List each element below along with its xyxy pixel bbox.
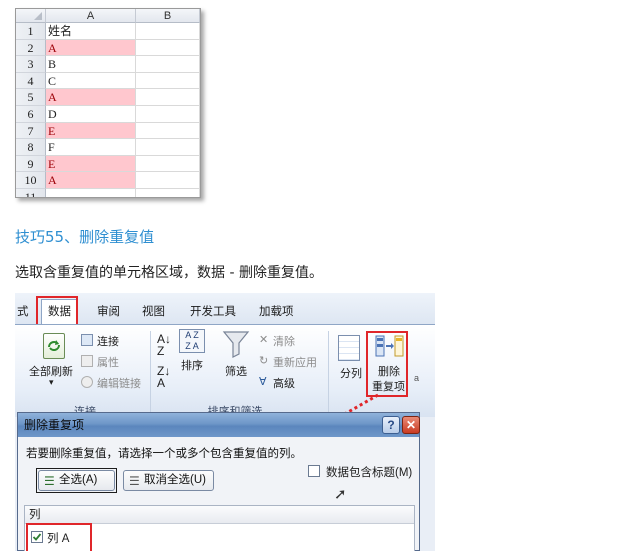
row-number[interactable]: 1: [16, 23, 46, 40]
column-a-highlight: [26, 523, 92, 551]
group-divider: [150, 331, 151, 413]
cell[interactable]: [46, 189, 136, 197]
duplicate-cell[interactable]: E: [46, 155, 136, 173]
row-number[interactable]: 3: [16, 56, 46, 73]
duplicate-cell[interactable]: E: [46, 122, 136, 140]
close-icon[interactable]: ✕: [402, 416, 420, 434]
select-all-corner[interactable]: [16, 9, 46, 23]
tab-developer[interactable]: 开发工具: [184, 301, 242, 323]
mouse-cursor-icon: ➚: [334, 486, 347, 503]
advanced-icon: ∀: [259, 376, 267, 388]
cell[interactable]: 姓名: [46, 23, 136, 40]
clear-icon: ✕: [259, 334, 269, 346]
help-icon[interactable]: ?: [382, 416, 400, 434]
spreadsheet-excerpt: A B 1 姓名 2 A 3 B 4 C 5 A 6 D 7 E 8 F 9 E 10 A 11: [15, 8, 201, 198]
edit-links-button[interactable]: 编辑链接: [97, 375, 141, 391]
cell[interactable]: [136, 122, 200, 140]
cell[interactable]: [136, 23, 200, 40]
advanced-button[interactable]: 高级: [273, 375, 295, 391]
excel-screenshot: 式 数据 审阅 视图 开发工具 加载项 全部刷新 ▾ 连接 属性 编辑链接 连接…: [15, 293, 435, 551]
sort-ascending-icon[interactable]: A↓ Z: [157, 333, 171, 357]
dialog-title: 删除重复项: [24, 418, 85, 432]
duplicate-cell[interactable]: A: [46, 172, 136, 189]
cell[interactable]: [136, 172, 200, 189]
column-header-b[interactable]: B: [136, 9, 200, 23]
sort-descending-icon[interactable]: Z↓ A: [157, 365, 170, 389]
row-number[interactable]: 2: [16, 39, 46, 57]
cell[interactable]: [136, 72, 200, 90]
row-number[interactable]: 7: [16, 122, 46, 140]
text-to-columns-button[interactable]: 分列: [340, 365, 362, 381]
connections-button[interactable]: 连接: [97, 333, 119, 349]
cell[interactable]: [136, 139, 200, 156]
remove-duplicates-highlight: [366, 331, 408, 397]
properties-button[interactable]: 属性: [97, 354, 119, 370]
duplicate-cell[interactable]: A: [46, 89, 136, 106]
tab-view[interactable]: 视图: [136, 301, 171, 323]
more-indicator: a: [414, 373, 420, 383]
tab-addins[interactable]: 加载项: [253, 301, 300, 323]
row-number[interactable]: 6: [16, 106, 46, 123]
sort-button[interactable]: 排序: [181, 357, 203, 373]
cell[interactable]: C: [46, 72, 136, 90]
text-to-columns-icon: [338, 335, 360, 361]
cell[interactable]: F: [46, 139, 136, 156]
refresh-all-icon: [43, 333, 65, 359]
row-number[interactable]: 5: [16, 89, 46, 106]
dialog-title-bar: 删除重复项: [18, 413, 419, 437]
tab-review[interactable]: 审阅: [91, 301, 126, 323]
cell[interactable]: B: [46, 56, 136, 73]
cell[interactable]: [136, 89, 200, 106]
row-number[interactable]: 4: [16, 72, 46, 90]
sort-icon: A ZZ A: [179, 329, 205, 353]
cell[interactable]: [136, 56, 200, 73]
cell[interactable]: [136, 189, 200, 197]
cell[interactable]: [136, 155, 200, 173]
ribbon-tabs: 式 数据 审阅 视图 开发工具 加载项: [15, 293, 435, 325]
tip-title: 技巧55、删除重复值: [15, 228, 155, 246]
row-number[interactable]: 9: [16, 155, 46, 173]
default-button-outline: [36, 468, 117, 493]
reapply-icon: ↻: [259, 355, 269, 367]
column-header-a[interactable]: A: [46, 9, 136, 23]
tip-description: 选取含重复值的单元格区域，数据 - 删除重复值。: [15, 265, 323, 281]
cell[interactable]: D: [46, 106, 136, 123]
row-number[interactable]: 10: [16, 172, 46, 189]
filter-button[interactable]: 筛选: [225, 363, 247, 379]
tab-formulas[interactable]: 式: [15, 301, 35, 323]
chevron-down-icon[interactable]: ▾: [49, 377, 54, 388]
dialog-message: 若要删除重复值，请选择一个或多个包含重复值的列。: [26, 448, 302, 460]
remove-duplicates-dialog: 删除重复项 ? ✕ 若要删除重复值，请选择一个或多个包含重复值的列。 ☰ 全选(…: [17, 412, 420, 551]
columns-list-header: 列: [25, 506, 414, 524]
cell[interactable]: [136, 39, 200, 57]
has-headers-checkbox[interactable]: [308, 465, 320, 477]
data-tab-highlight: [36, 296, 78, 326]
row-number[interactable]: 8: [16, 139, 46, 156]
properties-icon: [81, 355, 93, 367]
clear-button[interactable]: 清除: [273, 333, 295, 349]
edit-links-icon: [81, 376, 93, 388]
reapply-button[interactable]: 重新应用: [273, 354, 317, 370]
filter-icon: [221, 329, 251, 359]
unselect-all-button[interactable]: ☰ 取消全选(U): [123, 470, 214, 491]
has-headers-label[interactable]: 数据包含标题(M): [326, 464, 412, 480]
checklist-icon: ☰: [129, 474, 140, 488]
unselect-all-label: 取消全选(U): [144, 474, 206, 486]
row-number[interactable]: 11: [16, 189, 46, 197]
cell[interactable]: [136, 106, 200, 123]
connections-icon: [81, 334, 93, 346]
duplicate-cell[interactable]: A: [46, 39, 136, 57]
